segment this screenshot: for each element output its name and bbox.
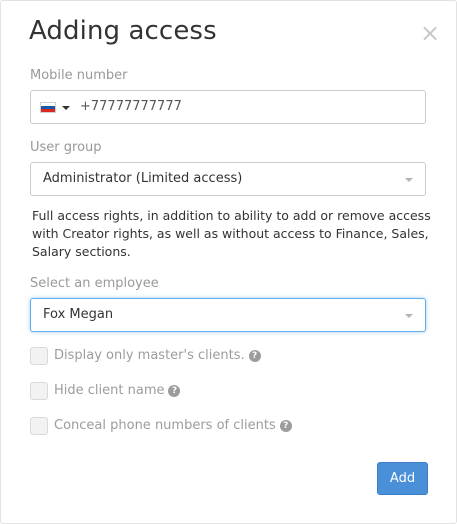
option-label: Conceal phone numbers of clients xyxy=(54,418,276,433)
user-group-label: User group xyxy=(30,140,102,155)
adding-access-dialog: Adding access × Mobile number +777777777… xyxy=(0,0,457,524)
option-label: Display only master's clients. xyxy=(54,348,245,363)
employee-select[interactable]: Fox Megan xyxy=(30,298,426,332)
user-group-value: Administrator (Limited access) xyxy=(43,171,243,186)
help-icon[interactable]: ? xyxy=(168,385,181,397)
country-dropdown-caret-icon[interactable] xyxy=(62,106,70,110)
option-label: Hide client name xyxy=(54,383,165,398)
help-icon[interactable]: ? xyxy=(248,350,261,362)
employee-label: Select an employee xyxy=(30,276,159,291)
user-group-description: Full access rights, in addition to abili… xyxy=(32,208,431,259)
close-icon[interactable]: × xyxy=(420,21,440,45)
dialog-title: Adding access xyxy=(29,16,217,46)
chevron-down-icon xyxy=(405,314,413,318)
chevron-down-icon xyxy=(405,178,413,182)
mobile-number-field[interactable]: +77777777777 xyxy=(30,90,426,124)
help-icon[interactable]: ? xyxy=(279,420,292,432)
checkbox[interactable] xyxy=(30,347,48,365)
employee-value: Fox Megan xyxy=(43,307,114,322)
user-group-select[interactable]: Administrator (Limited access) xyxy=(30,162,426,196)
add-button[interactable]: Add xyxy=(377,462,428,495)
mobile-number-label: Mobile number xyxy=(30,68,128,83)
russia-flag-icon[interactable] xyxy=(40,102,56,113)
checkbox[interactable] xyxy=(30,382,48,400)
mobile-number-value[interactable]: +77777777777 xyxy=(80,99,182,114)
checkbox[interactable] xyxy=(30,417,48,435)
